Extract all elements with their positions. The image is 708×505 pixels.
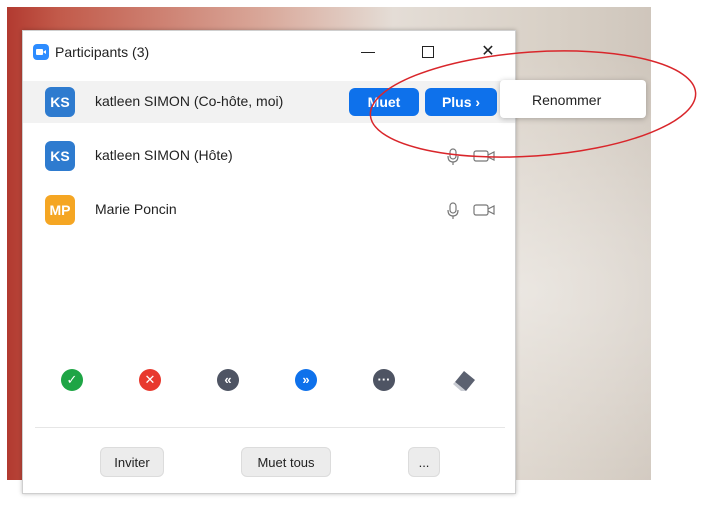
microphone-icon — [447, 202, 459, 219]
participant-name: katleen SIMON (Co-hôte, moi) — [95, 93, 284, 109]
more-context-menu: Renommer — [500, 80, 646, 118]
minimize-button[interactable] — [353, 39, 383, 65]
divider — [35, 427, 505, 428]
participant-name: katleen SIMON (Hôte) — [95, 147, 233, 163]
participant-row-self[interactable]: KS katleen SIMON (Co-hôte, moi) Muet Plu… — [23, 81, 515, 123]
participant-row-attendee[interactable]: MP Marie Poncin — [23, 189, 515, 231]
rename-menu-item[interactable]: Renommer — [532, 92, 601, 108]
feedback-bar: ✓ ✕ « » ··· — [23, 369, 515, 399]
more-button[interactable]: Plus › — [425, 88, 497, 116]
window-title: Participants (3) — [55, 44, 150, 60]
no-feedback-icon[interactable]: ✕ — [139, 369, 161, 391]
maximize-button[interactable] — [413, 39, 443, 65]
title-bar: Participants (3) ✕ — [23, 31, 515, 73]
close-button[interactable]: ✕ — [473, 39, 503, 65]
participant-row-host[interactable]: KS katleen SIMON (Hôte) — [23, 135, 515, 177]
avatar: KS — [45, 141, 75, 171]
mute-all-button[interactable]: Muet tous — [241, 447, 331, 477]
avatar: KS — [45, 87, 75, 117]
zoom-app-icon — [33, 44, 49, 60]
invite-button[interactable]: Inviter — [100, 447, 164, 477]
go-faster-icon[interactable]: » — [295, 369, 317, 391]
avatar: MP — [45, 195, 75, 225]
microphone-icon — [447, 148, 459, 165]
participants-window: Participants (3) ✕ KS katleen SIMON (Co-… — [22, 30, 516, 494]
mute-button[interactable]: Muet — [349, 88, 419, 116]
more-feedback-icon[interactable]: ··· — [373, 369, 395, 391]
go-slower-icon[interactable]: « — [217, 369, 239, 391]
participant-name: Marie Poncin — [95, 201, 177, 217]
video-camera-icon — [473, 204, 495, 216]
yes-feedback-icon[interactable]: ✓ — [61, 369, 83, 391]
more-options-button[interactable]: ... — [408, 447, 440, 477]
clear-feedback-eraser-icon[interactable] — [451, 369, 477, 393]
video-camera-icon — [473, 150, 495, 162]
